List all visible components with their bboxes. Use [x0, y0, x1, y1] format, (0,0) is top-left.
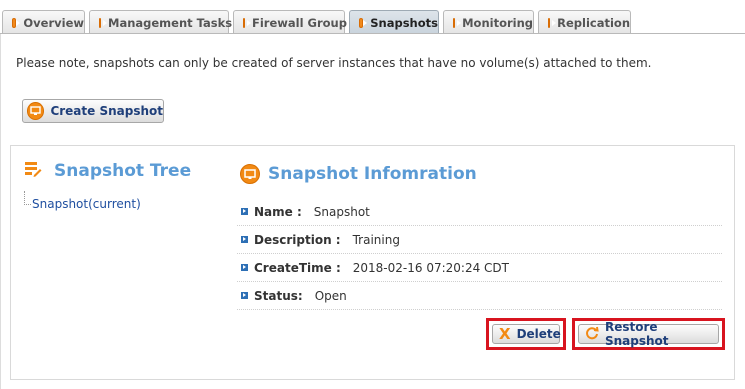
- tab-arrow-icon: [548, 17, 557, 28]
- info-row-createtime: CreateTime : 2018-02-16 07:20:24 CDT: [237, 254, 722, 282]
- info-row-name: Name : Snapshot: [237, 198, 722, 226]
- monitor-icon: [27, 102, 45, 120]
- tab-label: Firewall Group: [252, 15, 347, 30]
- tab-label: Snapshots: [370, 15, 438, 30]
- create-snapshot-label: Create Snapshot: [50, 104, 163, 118]
- info-row-description: Description : Training: [237, 226, 722, 254]
- tab-arrow-icon: [243, 17, 251, 28]
- create-snapshot-button[interactable]: Create Snapshot: [22, 99, 164, 123]
- tree-node-current[interactable]: Snapshot(current): [24, 191, 141, 211]
- tree-node-label: Snapshot(current): [32, 197, 141, 211]
- tab-arrow-icon: [99, 17, 107, 28]
- tab-snapshots[interactable]: Snapshots: [349, 10, 439, 34]
- info-label: Name :: [254, 204, 302, 219]
- restore-label: Restore Snapshot: [605, 320, 669, 348]
- tab-overview[interactable]: Overview: [2, 10, 85, 34]
- refresh-icon: [585, 326, 599, 343]
- monitor-icon: [240, 164, 260, 184]
- info-label: CreateTime :: [254, 260, 341, 275]
- restore-highlight: Restore Snapshot: [572, 318, 725, 350]
- tab-arrow-icon: [359, 17, 368, 28]
- snapshot-info-title: Snapshot Infomration: [268, 164, 477, 184]
- info-label: Status:: [254, 288, 303, 303]
- delete-label: Delete: [516, 327, 561, 341]
- delete-highlight: X Delete: [486, 318, 566, 350]
- bullet-icon: [241, 208, 248, 215]
- close-icon: X: [499, 325, 511, 343]
- tab-arrow-icon: [453, 17, 462, 28]
- bullet-icon: [241, 264, 248, 271]
- bullet-icon: [241, 236, 248, 243]
- tab-label: Monitoring: [462, 15, 533, 30]
- snapshot-tree-header: Snapshot Tree: [24, 160, 191, 181]
- tab-label: Management Tasks: [108, 15, 233, 30]
- tab-monitoring[interactable]: Monitoring: [443, 10, 534, 34]
- info-value: Open: [314, 288, 347, 303]
- tab-arrow-icon: [12, 17, 21, 28]
- restore-snapshot-button[interactable]: Restore Snapshot: [578, 320, 719, 348]
- delete-button[interactable]: X Delete: [492, 324, 561, 344]
- info-row-status: Status: Open: [237, 282, 722, 310]
- tab-firewall-group[interactable]: Firewall Group: [233, 10, 347, 34]
- snapshot-info-header: Snapshot Infomration: [240, 164, 477, 184]
- snapshot-tree-title: Snapshot Tree: [54, 160, 192, 181]
- tab-management-tasks[interactable]: Management Tasks: [89, 10, 233, 34]
- tab-replication[interactable]: Replication: [538, 10, 631, 34]
- tab-label: Replication: [557, 15, 630, 30]
- bullet-icon: [241, 292, 248, 299]
- tab-label: Overview: [23, 15, 84, 30]
- info-value: Training: [352, 232, 400, 247]
- tab-bar: Overview Management Tasks Firewall Group…: [0, 0, 745, 34]
- snapshot-note: Please note, snapshots can only be creat…: [16, 56, 652, 70]
- info-value: 2018-02-16 07:20:24 CDT: [352, 260, 509, 275]
- info-value: Snapshot: [313, 204, 370, 219]
- info-label: Description :: [254, 232, 341, 247]
- tree-list-icon: [24, 160, 42, 181]
